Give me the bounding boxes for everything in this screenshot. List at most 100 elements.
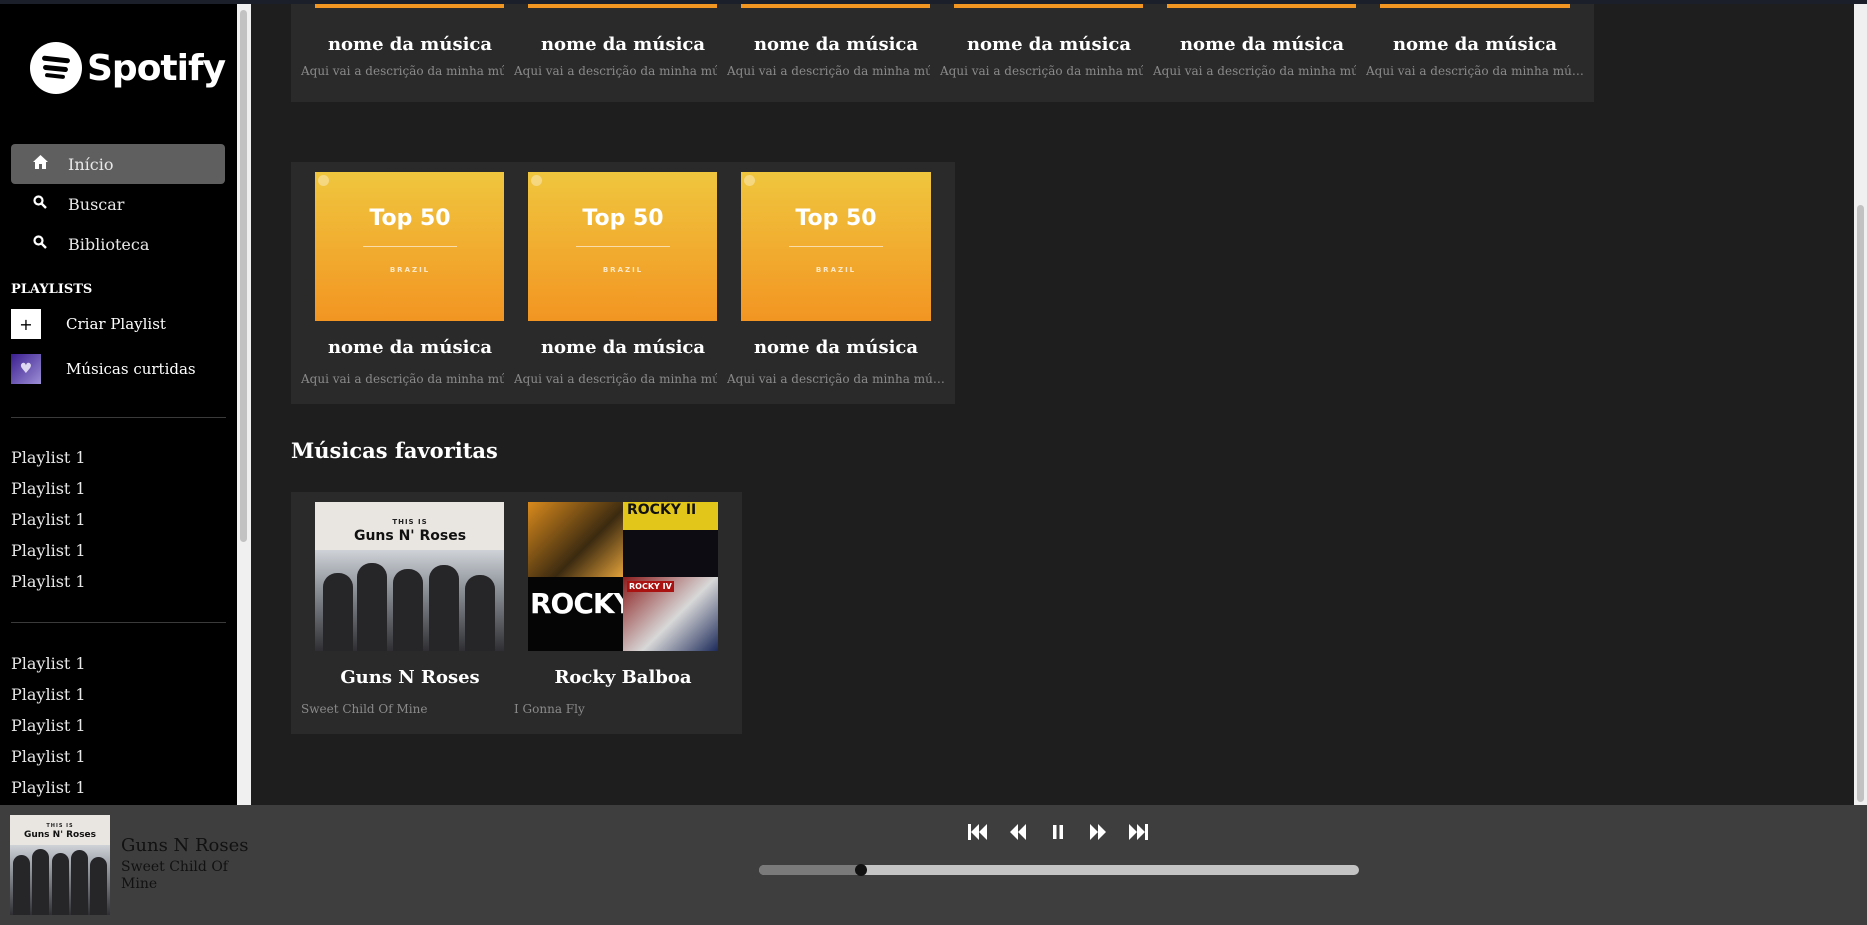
main-scrollbar-thumb[interactable] xyxy=(1857,205,1864,802)
cover-subtitle: BRAZIL xyxy=(389,266,431,274)
album-cover: ROCKY II ROCKY ROCKY IV xyxy=(528,502,718,651)
nav-item-buscar[interactable]: Buscar xyxy=(11,184,225,224)
cover-title: Top 50 xyxy=(369,206,451,231)
skip-back-icon[interactable] xyxy=(966,823,990,845)
cover-quadrant xyxy=(528,502,623,577)
sidebar-scrollbar-thumb[interactable] xyxy=(240,10,247,542)
album-cover xyxy=(954,4,1144,8)
album-cover xyxy=(528,4,718,8)
nav-label: Início xyxy=(68,154,114,174)
card-description: Aqui vai a descrição da minha música... xyxy=(727,64,945,78)
cover-caption: THIS IS xyxy=(46,823,74,829)
cover-quadrant: ROCKY xyxy=(528,576,634,651)
card-title: nome da música xyxy=(753,34,919,55)
song-card[interactable]: nome da música Aqui vai a descrição da m… xyxy=(504,4,742,102)
sidebar-divider xyxy=(11,417,226,418)
favorites-heading: Músicas favoritas xyxy=(291,438,498,463)
card-title: nome da música xyxy=(327,34,493,55)
song-card[interactable]: nome da música Aqui vai a descrição da m… xyxy=(1143,4,1381,102)
favorite-card[interactable]: THIS IS Guns N' Roses Guns N Roses Sweet… xyxy=(291,492,529,734)
playlist-item[interactable]: Playlist 1 xyxy=(11,448,86,467)
nav-label: Buscar xyxy=(68,194,125,214)
card-title: Guns N Roses xyxy=(340,667,480,688)
card-title: nome da música xyxy=(540,337,706,358)
cover-title: Guns N' Roses xyxy=(23,830,97,840)
favorite-card[interactable]: ROCKY II ROCKY ROCKY IV Rocky Balboa I G… xyxy=(504,492,742,734)
skip-forward-icon[interactable] xyxy=(1126,823,1150,845)
song-card[interactable]: nome da música Aqui vai a descrição da m… xyxy=(291,4,529,102)
card-description: Aqui vai a descrição da minha música... xyxy=(727,372,945,386)
liked-songs-button[interactable]: ♥ Músicas curtidas xyxy=(11,354,196,384)
card-description: Aqui vai a descrição da minha música... xyxy=(1153,64,1371,78)
cover-quadrant: ROCKY II xyxy=(623,502,718,577)
sidebar-divider xyxy=(11,622,226,623)
now-playing-cover[interactable]: THIS IS Guns N' Roses xyxy=(10,815,110,915)
liked-songs-label: Músicas curtidas xyxy=(66,360,196,378)
spotify-icon xyxy=(318,175,329,186)
spotify-icon xyxy=(744,175,755,186)
progress-handle[interactable] xyxy=(855,864,867,876)
song-card[interactable]: Top 50 BRAZIL nome da música Aqui vai a … xyxy=(291,162,529,404)
cover-title: Guns N' Roses xyxy=(353,528,467,544)
card-title: nome da música xyxy=(966,34,1132,55)
progress-fill xyxy=(759,865,861,875)
nav-item-biblioteca[interactable]: Biblioteca xyxy=(11,224,225,264)
cover-caption: THIS IS xyxy=(392,518,428,526)
card-description: Aqui vai a descrição da minha música... xyxy=(940,64,1158,78)
playlist-item[interactable]: Playlist 1 xyxy=(11,716,86,735)
nav-item-inicio[interactable]: Início xyxy=(11,144,225,184)
card-description: I Gonna Fly xyxy=(514,702,585,716)
playlist-item[interactable]: Playlist 1 xyxy=(11,778,86,797)
create-playlist-label: Criar Playlist xyxy=(66,315,166,333)
cover-subtitle: BRAZIL xyxy=(602,266,644,274)
playlist-item[interactable]: Playlist 1 xyxy=(11,747,86,766)
cover-label: ROCKY xyxy=(530,586,634,620)
cover-label: ROCKY II xyxy=(623,502,718,530)
playback-controls xyxy=(966,823,1166,845)
card-description: Sweet Child Of Mine xyxy=(301,702,428,716)
cover-title: Top 50 xyxy=(795,206,877,231)
spotify-logo[interactable]: Spotify xyxy=(30,42,226,94)
song-card[interactable]: Top 50 BRAZIL nome da música Aqui vai a … xyxy=(717,162,955,404)
now-playing-title: Guns N Roses xyxy=(121,835,249,856)
progress-bar[interactable] xyxy=(759,864,1359,876)
playlist-item[interactable]: Playlist 1 xyxy=(11,541,86,560)
playlist-item[interactable]: Playlist 1 xyxy=(11,654,86,673)
card-title: nome da música xyxy=(327,337,493,358)
card-description: Aqui vai a descrição da minha música... xyxy=(301,372,519,386)
pause-icon[interactable] xyxy=(1046,823,1070,845)
album-cover: Top 50 BRAZIL xyxy=(528,172,718,321)
playlist-item[interactable]: Playlist 1 xyxy=(11,685,86,704)
album-cover xyxy=(741,4,931,8)
search-icon xyxy=(29,195,51,213)
now-playing-artist: Sweet Child Of Mine xyxy=(121,859,228,892)
card-title: nome da música xyxy=(1179,34,1345,55)
album-cover: Top 50 BRAZIL xyxy=(741,172,931,321)
song-card[interactable]: nome da música Aqui vai a descrição da m… xyxy=(930,4,1168,102)
album-cover: THIS IS Guns N' Roses xyxy=(315,502,505,651)
song-card[interactable]: nome da música Aqui vai a descrição da m… xyxy=(717,4,955,102)
cover-title: Top 50 xyxy=(582,206,664,231)
card-description: Aqui vai a descrição da minha música... xyxy=(301,64,519,78)
band-photo xyxy=(10,845,110,915)
player-bar: THIS IS Guns N' Roses Guns N Roses Sweet… xyxy=(0,805,1867,925)
logo-text: Spotify xyxy=(87,47,226,89)
create-playlist-button[interactable]: + Criar Playlist xyxy=(11,309,166,339)
playlist-item[interactable]: Playlist 1 xyxy=(11,510,86,529)
band-photo xyxy=(315,550,505,651)
playlist-item[interactable]: Playlist 1 xyxy=(11,572,86,591)
fast-forward-icon[interactable] xyxy=(1086,823,1110,845)
sidebar: Spotify Início Buscar Biblioteca PLAYLIS… xyxy=(0,4,237,805)
spotify-icon xyxy=(531,175,542,186)
album-cover xyxy=(1380,4,1570,8)
rewind-icon[interactable] xyxy=(1006,823,1030,845)
album-cover xyxy=(1167,4,1357,8)
song-card[interactable]: Top 50 BRAZIL nome da música Aqui vai a … xyxy=(504,162,742,404)
main-content: nome da música Aqui vai a descrição da m… xyxy=(251,4,1854,805)
playlist-item[interactable]: Playlist 1 xyxy=(11,479,86,498)
card-title: nome da música xyxy=(540,34,706,55)
card-title: nome da música xyxy=(1392,34,1558,55)
card-title: nome da música xyxy=(753,337,919,358)
song-card[interactable]: nome da música Aqui vai a descrição da m… xyxy=(1356,4,1594,102)
home-icon xyxy=(29,155,51,173)
